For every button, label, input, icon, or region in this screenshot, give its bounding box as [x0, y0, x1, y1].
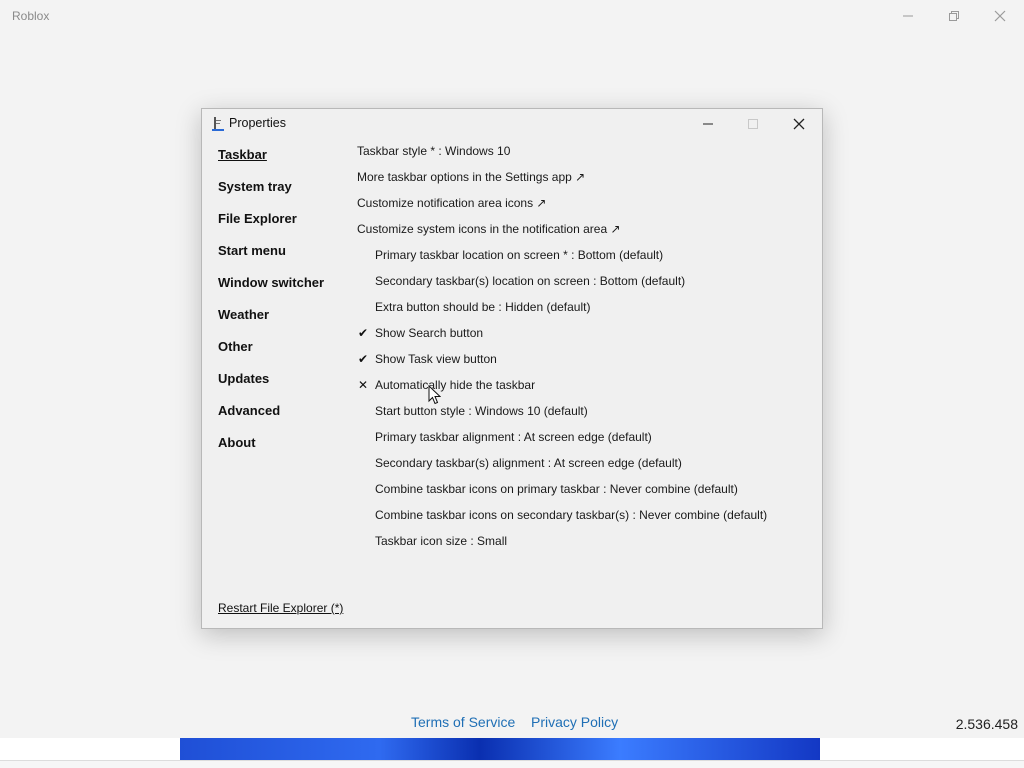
option-secondary-alignment[interactable]: Secondary taskbar(s) alignment : At scre… [375, 456, 682, 470]
dialog-maximize-button[interactable] [730, 111, 775, 137]
option-system-icons-link[interactable]: Customize system icons in the notificati… [357, 222, 621, 236]
desktop-wallpaper-strip [0, 738, 1024, 760]
dialog-minimize-button[interactable] [685, 111, 730, 137]
minimize-icon [702, 123, 713, 125]
minimize-button[interactable] [886, 4, 930, 28]
option-primary-location[interactable]: Primary taskbar location on screen * : B… [375, 248, 663, 262]
close-icon [793, 118, 804, 130]
option-taskbar-style[interactable]: Taskbar style * : Windows 10 [357, 144, 510, 158]
nav-item-other[interactable]: Other [218, 339, 253, 354]
option-auto-hide-taskbar[interactable]: Automatically hide the taskbar [375, 378, 535, 392]
option-show-search[interactable]: Show Search button [375, 326, 483, 340]
option-notification-icons-link[interactable]: Customize notification area icons ↗ [357, 196, 546, 210]
option-combine-primary[interactable]: Combine taskbar icons on primary taskbar… [375, 482, 738, 496]
option-start-button-style[interactable]: Start button style : Windows 10 (default… [375, 404, 588, 418]
option-show-task-view[interactable]: Show Task view button [375, 352, 497, 366]
privacy-policy-link[interactable]: Privacy Policy [531, 714, 618, 730]
window-title: Roblox [12, 9, 50, 23]
nav-item-file-explorer[interactable]: File Explorer [218, 211, 297, 226]
nav-item-system-tray[interactable]: System tray [218, 179, 292, 194]
nav-item-weather[interactable]: Weather [218, 307, 269, 322]
terms-of-service-link[interactable]: Terms of Service [411, 714, 515, 730]
nav-item-updates[interactable]: Updates [218, 371, 269, 386]
windows-taskbar [0, 760, 1024, 768]
option-combine-secondary[interactable]: Combine taskbar icons on secondary taskb… [375, 508, 767, 522]
nav-item-start-menu[interactable]: Start menu [218, 243, 286, 258]
nav-item-about[interactable]: About [218, 435, 256, 450]
restore-button[interactable] [932, 4, 976, 28]
nav-item-advanced[interactable]: Advanced [218, 403, 280, 418]
restart-file-explorer-link[interactable]: Restart File Explorer (*) [218, 601, 343, 615]
nav-item-window-switcher[interactable]: Window switcher [218, 275, 324, 290]
minimize-icon [903, 15, 913, 17]
roblox-titlebar: Roblox [0, 0, 1024, 32]
properties-dialog: Properties Taskbar System tray File Expl… [201, 108, 823, 629]
checkmark-icon: ✔ [358, 352, 369, 366]
restore-icon [949, 11, 959, 21]
option-settings-app-link[interactable]: More taskbar options in the Settings app… [357, 170, 585, 184]
dialog-title: Properties [229, 116, 286, 130]
roblox-window: Roblox Properties Taskbar System tray Fi… [0, 0, 1024, 738]
checkmark-icon: ✔ [358, 326, 369, 340]
dialog-close-button[interactable] [776, 111, 821, 137]
version-label: 2.536.458 [955, 716, 1018, 732]
option-secondary-location[interactable]: Secondary taskbar(s) location on screen … [375, 274, 685, 288]
nav-item-taskbar[interactable]: Taskbar [218, 147, 267, 162]
option-primary-alignment[interactable]: Primary taskbar alignment : At screen ed… [375, 430, 652, 444]
cross-icon: ✕ [358, 378, 369, 392]
maximize-icon [747, 119, 758, 129]
option-icon-size[interactable]: Taskbar icon size : Small [375, 534, 507, 548]
close-icon [994, 10, 1006, 22]
mouse-cursor-icon [428, 385, 441, 405]
option-extra-button[interactable]: Extra button should be : Hidden (default… [375, 300, 590, 314]
close-button[interactable] [978, 4, 1022, 28]
properties-app-icon [212, 117, 224, 131]
